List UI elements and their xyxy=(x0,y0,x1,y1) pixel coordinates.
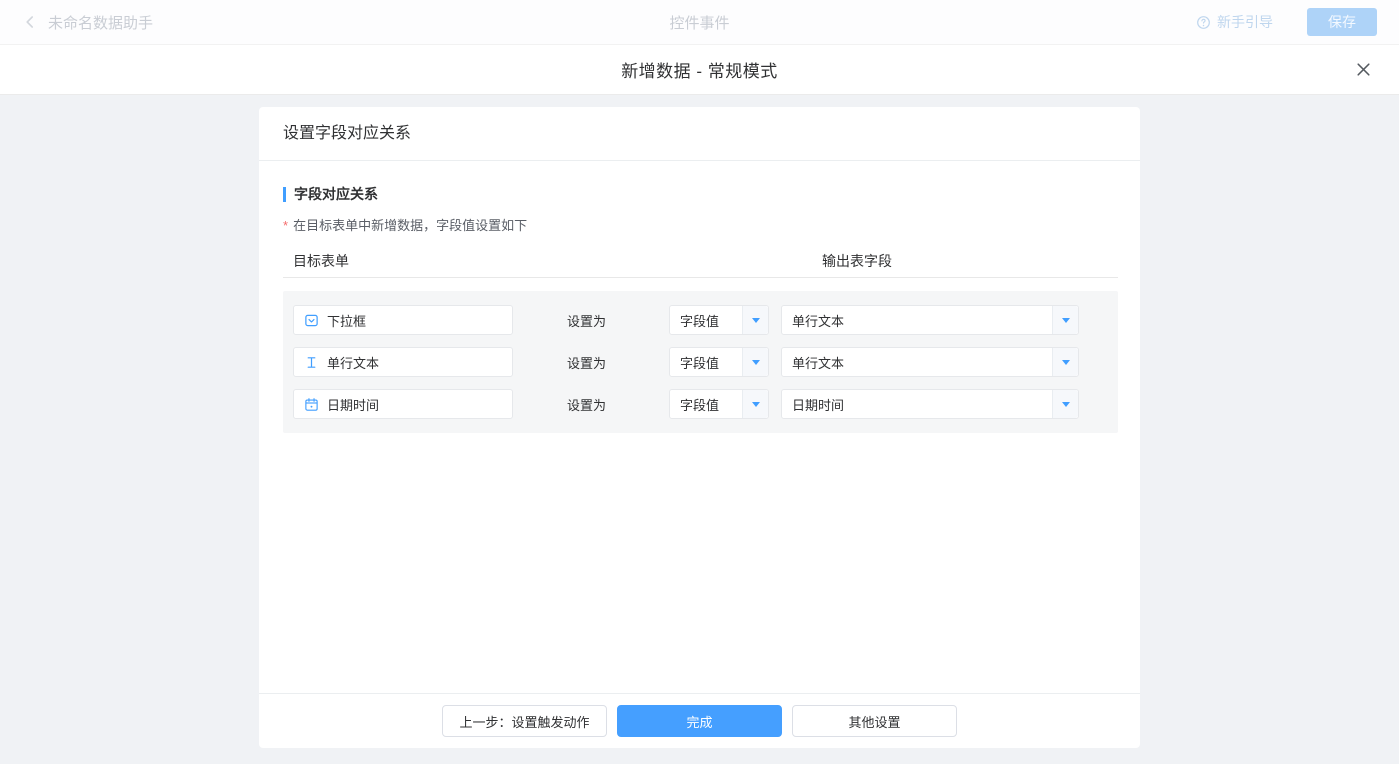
set-as-label: 设置为 xyxy=(567,395,609,414)
target-field-label: 单行文本 xyxy=(327,353,379,372)
mapping-row: 下拉框 设置为 字段值 单行文本 xyxy=(293,305,1108,335)
modal-title: 新增数据 - 常规模式 xyxy=(621,57,778,82)
set-as-label: 设置为 xyxy=(567,311,609,330)
chevron-down-icon xyxy=(1052,348,1078,376)
close-icon[interactable] xyxy=(1349,56,1377,84)
prev-step-button[interactable]: 上一步：设置触发动作 xyxy=(442,705,607,737)
done-button[interactable]: 完成 xyxy=(617,705,782,737)
chevron-down-icon xyxy=(742,348,768,376)
date-field-icon xyxy=(304,397,319,412)
modal-body: 设置字段对应关系 字段对应关系 * 在目标表单中新增数据，字段值设置如下 目标表单… xyxy=(0,107,1399,764)
chevron-down-icon xyxy=(1052,306,1078,334)
topbar: 未命名数据助手 控件事件 新手引导 保存 xyxy=(0,0,1399,45)
card-header-title: 设置字段对应关系 xyxy=(259,107,1140,161)
card-body: 字段对应关系 * 在目标表单中新增数据，字段值设置如下 目标表单 输出表字段 下拉… xyxy=(259,161,1140,693)
target-field-input[interactable]: 单行文本 xyxy=(293,347,513,377)
required-asterisk: * xyxy=(283,218,288,233)
output-field-label: 日期时间 xyxy=(782,390,1052,418)
text-field-icon xyxy=(304,355,319,370)
output-field-select[interactable]: 单行文本 xyxy=(781,347,1079,377)
value-type-select[interactable]: 字段值 xyxy=(669,347,769,377)
mapping-row: 单行文本 设置为 字段值 单行文本 xyxy=(293,347,1108,377)
other-settings-button[interactable]: 其他设置 xyxy=(792,705,957,737)
guide-label: 新手引导 xyxy=(1217,12,1273,32)
value-type-label: 字段值 xyxy=(670,390,742,418)
output-field-select[interactable]: 单行文本 xyxy=(781,305,1079,335)
guide-link[interactable]: 新手引导 xyxy=(1196,12,1273,32)
chevron-down-icon xyxy=(1052,390,1078,418)
description-text: 在目标表单中新增数据，字段值设置如下 xyxy=(293,218,527,233)
output-field-label: 单行文本 xyxy=(782,348,1052,376)
column-headers: 目标表单 输出表字段 xyxy=(283,246,1118,278)
question-circle-icon xyxy=(1196,15,1211,30)
modal-header: 新增数据 - 常规模式 xyxy=(0,45,1399,95)
value-type-select[interactable]: 字段值 xyxy=(669,305,769,335)
topbar-left: 未命名数据助手 xyxy=(22,12,153,33)
set-as-label: 设置为 xyxy=(567,353,609,372)
chevron-down-icon xyxy=(742,306,768,334)
settings-card: 设置字段对应关系 字段对应关系 * 在目标表单中新增数据，字段值设置如下 目标表单… xyxy=(259,107,1140,748)
value-type-select[interactable]: 字段值 xyxy=(669,389,769,419)
card-footer: 上一步：设置触发动作 完成 其他设置 xyxy=(259,693,1140,748)
save-button[interactable]: 保存 xyxy=(1307,8,1377,36)
target-field-label: 下拉框 xyxy=(327,311,366,330)
document-title: 未命名数据助手 xyxy=(48,12,153,33)
column-header-output: 输出表字段 xyxy=(822,246,892,276)
target-field-label: 日期时间 xyxy=(327,395,379,414)
output-field-label: 单行文本 xyxy=(782,306,1052,334)
section-title: 字段对应关系 xyxy=(283,187,1118,202)
mapping-panel: 下拉框 设置为 字段值 单行文本 xyxy=(283,291,1118,433)
column-header-target: 目标表单 xyxy=(293,246,349,276)
target-field-input[interactable]: 日期时间 xyxy=(293,389,513,419)
select-field-icon xyxy=(304,313,319,328)
page-title: 控件事件 xyxy=(0,12,1399,33)
value-type-label: 字段值 xyxy=(670,348,742,376)
chevron-down-icon xyxy=(742,390,768,418)
target-field-input[interactable]: 下拉框 xyxy=(293,305,513,335)
output-field-select[interactable]: 日期时间 xyxy=(781,389,1079,419)
value-type-label: 字段值 xyxy=(670,306,742,334)
back-chevron-icon[interactable] xyxy=(22,14,38,30)
topbar-right: 新手引导 保存 xyxy=(1196,8,1377,36)
mapping-row: 日期时间 设置为 字段值 日期时间 xyxy=(293,389,1108,419)
section-description: * 在目标表单中新增数据，字段值设置如下 xyxy=(283,215,1118,234)
